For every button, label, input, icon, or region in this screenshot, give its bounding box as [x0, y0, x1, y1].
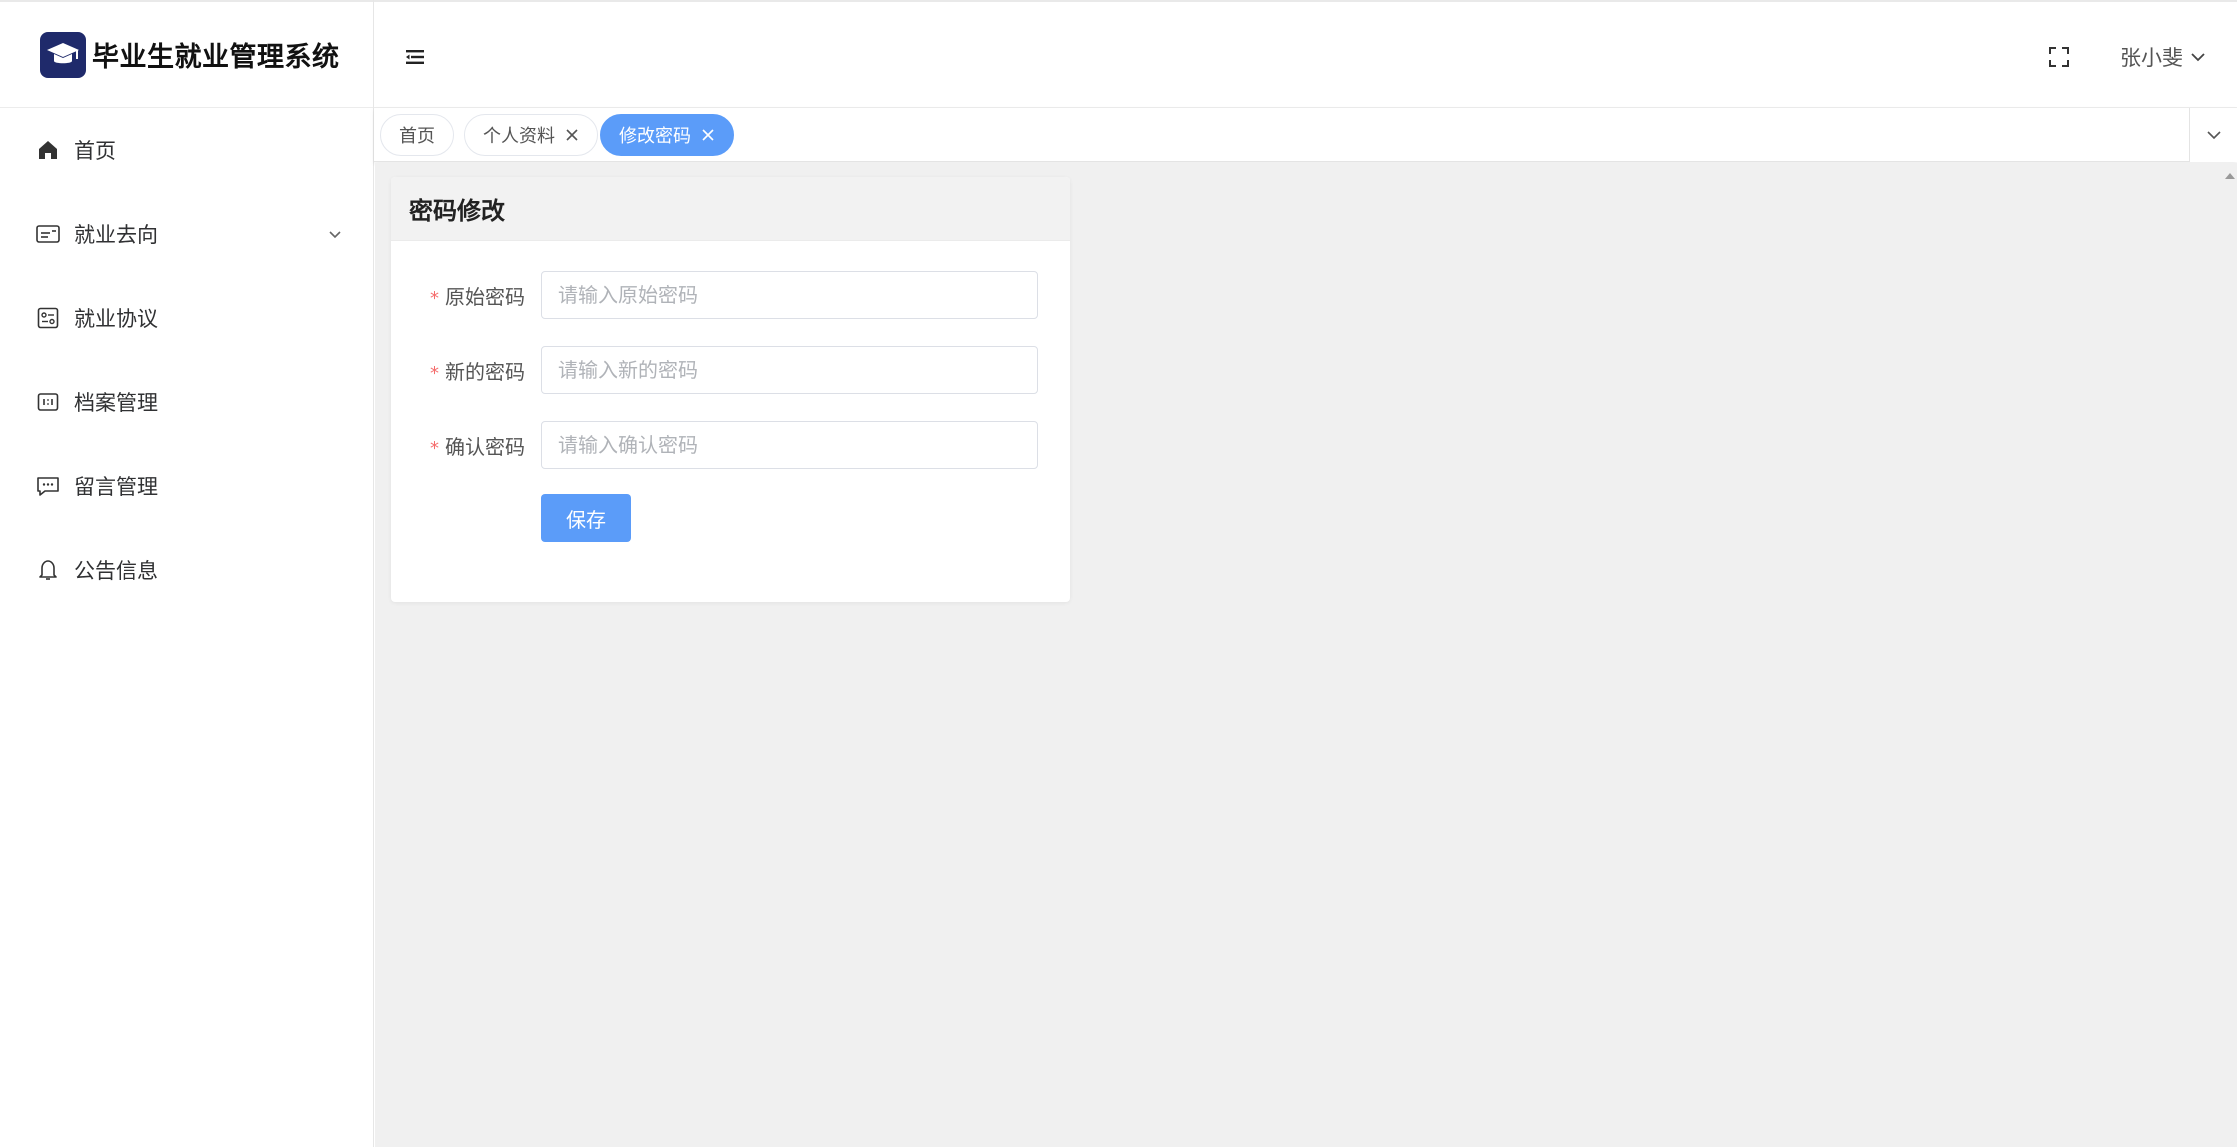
required-mark: *	[430, 437, 439, 459]
form-label: * 确认密码	[430, 434, 525, 459]
sidebar-item-label: 就业协议	[74, 307, 158, 331]
form-row-confirm-password: * 确认密码	[391, 421, 1070, 469]
tab-label: 首页	[399, 126, 435, 147]
form-label: * 原始密码	[430, 284, 525, 309]
sidebar-item-label: 档案管理	[74, 391, 158, 415]
tabs-dropdown-button[interactable]	[2189, 108, 2237, 162]
card-title: 密码修改	[391, 177, 1070, 241]
hamburger-icon[interactable]	[406, 48, 426, 66]
sidebar-item-home[interactable]: 首页	[0, 108, 373, 192]
close-icon[interactable]	[565, 128, 579, 142]
tab-label: 修改密码	[619, 126, 691, 147]
app-title: 毕业生就业管理系统	[92, 42, 340, 73]
card-icon	[36, 222, 60, 246]
confirm-password-input[interactable]	[541, 421, 1038, 469]
tab-home[interactable]: 首页	[380, 114, 454, 156]
sidebar-item-label: 首页	[74, 139, 116, 163]
form-row-new-password: * 新的密码	[391, 346, 1070, 394]
password-change-card: 密码修改 * 原始密码 * 新的密码 * 确认密码 保存	[391, 177, 1070, 602]
chevron-down-icon	[329, 231, 341, 239]
home-icon	[36, 138, 60, 162]
save-button[interactable]: 保存	[541, 494, 631, 542]
sidebar-item-message-management[interactable]: 留言管理	[0, 444, 373, 528]
new-password-input[interactable]	[541, 346, 1038, 394]
tab-label: 个人资料	[483, 126, 555, 147]
sidebar-item-label: 就业去向	[74, 223, 158, 247]
sidebar-menu: 首页 就业去向 就业协议 档案管理 留言管理 公告信息	[0, 108, 373, 612]
top-header: 张小斐	[374, 0, 2237, 108]
sidebar-item-archive-management[interactable]: 档案管理	[0, 360, 373, 444]
agreement-icon	[36, 306, 60, 330]
bell-icon	[36, 558, 60, 582]
close-icon[interactable]	[701, 128, 715, 142]
scroll-up-arrow-icon[interactable]	[2223, 169, 2237, 183]
graduation-cap-icon	[40, 31, 86, 78]
sidebar-item-announcements[interactable]: 公告信息	[0, 528, 373, 612]
tab-profile[interactable]: 个人资料	[464, 114, 598, 156]
sidebar-item-employment-agreement[interactable]: 就业协议	[0, 276, 373, 360]
tabs-bar: 首页 个人资料 修改密码	[374, 108, 2237, 162]
original-password-input[interactable]	[541, 271, 1038, 319]
app-logo: 毕业生就业管理系统	[0, 0, 373, 108]
sidebar-item-employment-destination[interactable]: 就业去向	[0, 192, 373, 276]
sidebar-item-label: 留言管理	[74, 475, 158, 499]
tab-change-password[interactable]: 修改密码	[600, 114, 734, 156]
chevron-down-icon	[2206, 131, 2221, 140]
form-row-original-password: * 原始密码	[391, 271, 1070, 319]
chevron-down-icon	[2191, 53, 2205, 62]
fullscreen-icon[interactable]	[2048, 46, 2070, 68]
required-mark: *	[430, 287, 439, 309]
archive-icon	[36, 390, 60, 414]
user-name: 张小斐	[2120, 46, 2183, 70]
message-icon	[36, 474, 60, 498]
form-label: * 新的密码	[430, 359, 525, 384]
main-content: 密码修改 * 原始密码 * 新的密码 * 确认密码 保存	[375, 163, 2237, 1147]
user-menu[interactable]: 张小斐	[2120, 42, 2207, 72]
sidebar-item-label: 公告信息	[74, 559, 158, 583]
sidebar: 毕业生就业管理系统 首页 就业去向 就业协议 档案管理 留言管理 公告信息	[0, 0, 374, 1147]
required-mark: *	[430, 362, 439, 384]
